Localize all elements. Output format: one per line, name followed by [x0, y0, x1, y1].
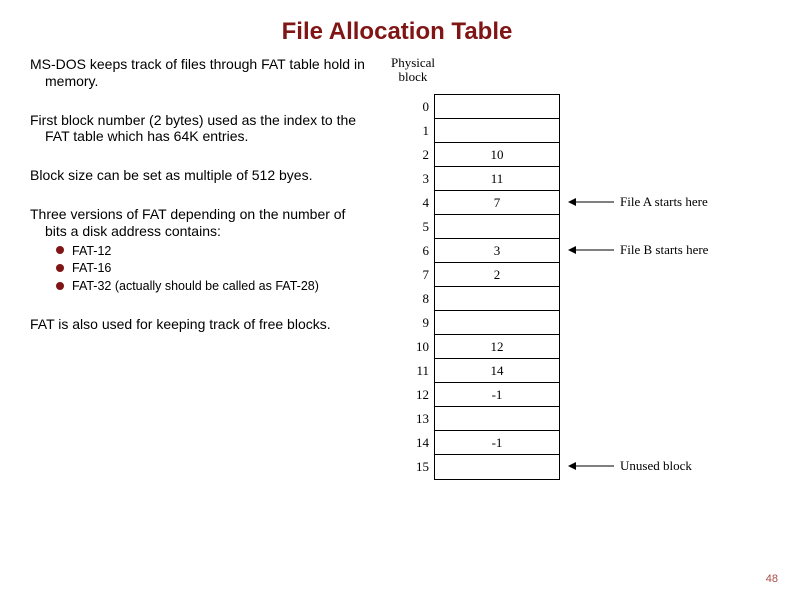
page-number: 48	[766, 573, 778, 585]
table-row: 1114	[435, 359, 559, 383]
table-row: 63	[435, 239, 559, 263]
row-index: 3	[411, 167, 429, 191]
row-index: 4	[411, 191, 429, 215]
table-row: 1	[435, 119, 559, 143]
row-value: 12	[491, 339, 504, 354]
diagram-column: Physical block 0 1 210 311 47 5 63 72 8 …	[370, 56, 764, 355]
bullet-fat16: FAT-16	[56, 261, 370, 277]
table-row: 72	[435, 263, 559, 287]
row-value: 2	[494, 267, 501, 282]
row-value: 14	[491, 363, 504, 378]
content-area: MS-DOS keeps track of files through FAT …	[0, 56, 794, 355]
table-row: 15	[435, 455, 559, 479]
row-index: 10	[411, 335, 429, 359]
paragraph-2: First block number (2 bytes) used as the…	[30, 112, 370, 146]
row-index: 5	[411, 215, 429, 239]
row-index: 2	[411, 143, 429, 167]
bullet-list: FAT-12 FAT-16 FAT-32 (actually should be…	[30, 244, 370, 295]
row-value: -1	[492, 387, 503, 402]
row-index: 0	[411, 95, 429, 119]
table-row: 0	[435, 95, 559, 119]
row-index: 11	[411, 359, 429, 383]
row-value: 11	[491, 171, 504, 186]
annotation-file-a: File A starts here	[620, 190, 708, 214]
row-value: 7	[494, 195, 501, 210]
table-row: 210	[435, 143, 559, 167]
table-row: 311	[435, 167, 559, 191]
row-index: 8	[411, 287, 429, 311]
annotation-file-b: File B starts here	[620, 238, 708, 262]
arrow-icon	[568, 454, 614, 478]
text-column: MS-DOS keeps track of files through FAT …	[30, 56, 370, 355]
bullet-fat12: FAT-12	[56, 244, 370, 260]
table-row: 1012	[435, 335, 559, 359]
table-row: 5	[435, 215, 559, 239]
slide-title: File Allocation Table	[0, 0, 794, 56]
fat-table: 0 1 210 311 47 5 63 72 8 9 1012 1114 12-…	[434, 94, 560, 480]
table-row: 14-1	[435, 431, 559, 455]
row-index: 13	[411, 407, 429, 431]
paragraph-3: Block size can be set as multiple of 512…	[30, 167, 370, 184]
row-index: 7	[411, 263, 429, 287]
row-index: 6	[411, 239, 429, 263]
row-index: 1	[411, 119, 429, 143]
annotation-unused: Unused block	[620, 454, 692, 478]
table-row: 12-1	[435, 383, 559, 407]
arrow-icon	[568, 238, 614, 262]
arrow-icon	[568, 190, 614, 214]
table-row: 9	[435, 311, 559, 335]
row-value: 3	[494, 243, 501, 258]
row-value: -1	[492, 435, 503, 450]
table-row: 8	[435, 287, 559, 311]
row-index: 9	[411, 311, 429, 335]
row-index: 15	[411, 455, 429, 479]
paragraph-1: MS-DOS keeps track of files through FAT …	[30, 56, 370, 90]
paragraph-5: FAT is also used for keeping track of fr…	[30, 316, 370, 333]
physical-block-label: Physical block	[378, 56, 448, 85]
row-value: 10	[491, 147, 504, 162]
table-row: 13	[435, 407, 559, 431]
table-row: 47	[435, 191, 559, 215]
bullet-fat32: FAT-32 (actually should be called as FAT…	[56, 279, 370, 295]
row-index: 12	[411, 383, 429, 407]
row-index: 14	[411, 431, 429, 455]
paragraph-4: Three versions of FAT depending on the n…	[30, 206, 370, 240]
